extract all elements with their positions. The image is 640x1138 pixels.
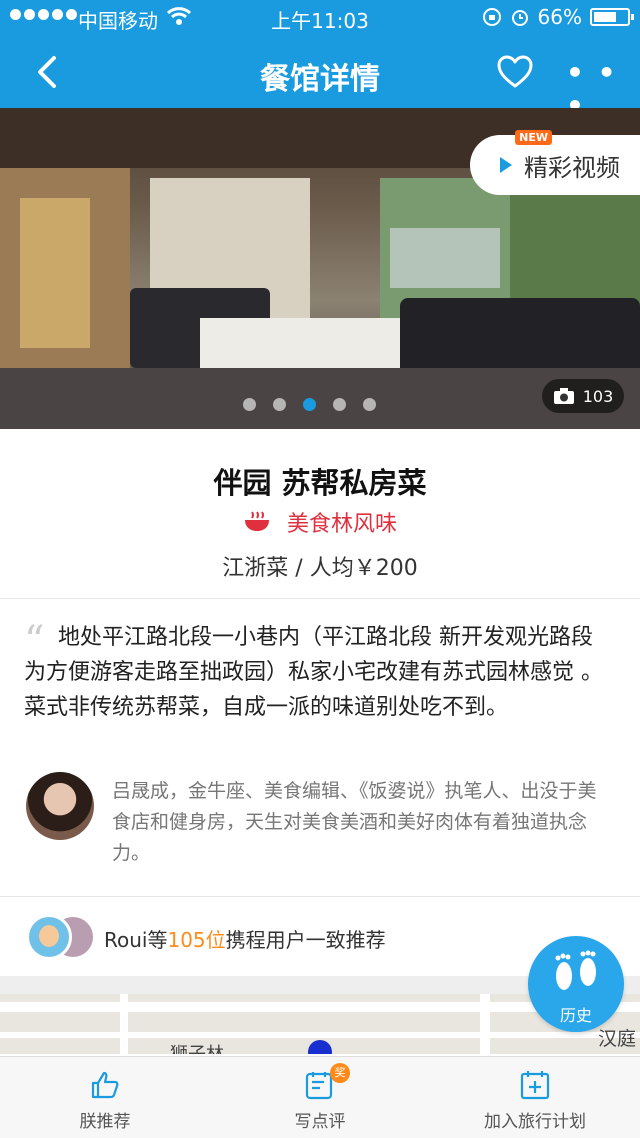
reward-badge: 奖 xyxy=(330,1063,350,1083)
restaurant-name: 伴园 苏帮私房菜 xyxy=(213,466,427,500)
history-label: 历史 xyxy=(559,1006,592,1025)
thumbs-up-icon xyxy=(91,1071,119,1099)
video-label: 精彩视频 xyxy=(524,153,620,182)
recommend-count: 105位 xyxy=(167,928,226,952)
history-button[interactable]: 历史 xyxy=(528,936,624,1032)
page-title: 餐馆详情 xyxy=(260,62,380,97)
tab-add-plan-label: 加入旅行计划 xyxy=(484,1112,586,1132)
location-pin xyxy=(308,1040,332,1054)
bowl-icon xyxy=(244,511,269,531)
map-label-lion-forest: 狮子林 xyxy=(170,1040,224,1054)
camera-icon xyxy=(553,388,574,404)
tab-write-review[interactable]: 写点评 xyxy=(255,1057,385,1138)
app-header: 中国移动 上午11:03 66% 餐馆详情 • • • xyxy=(0,0,640,122)
photo-pager xyxy=(243,398,376,411)
divider xyxy=(0,896,640,897)
new-badge: NEW xyxy=(515,130,552,145)
author-avatar[interactable] xyxy=(26,772,94,840)
nav-bar: 餐馆详情 • • • xyxy=(0,36,640,122)
pager-dot xyxy=(363,398,376,411)
tab-write-review-label: 写点评 xyxy=(294,1112,346,1132)
calendar-add-icon xyxy=(520,1071,550,1100)
divider xyxy=(0,598,640,599)
footprints-icon xyxy=(555,950,596,990)
battery-percent: 66% xyxy=(537,5,582,29)
pager-dot-active xyxy=(303,398,316,411)
author-bio: 吕晟成，金牛座、美食编辑、《饭婆说》执笔人、出没于美食店和健身房，天生对美食美酒… xyxy=(112,780,597,864)
photo-count-badge[interactable]: 103 xyxy=(542,379,624,413)
play-icon xyxy=(500,157,512,173)
video-button[interactable]: 精彩视频 xyxy=(470,135,640,195)
map-road xyxy=(0,1032,640,1038)
recommend-text: Roui等105位携程用户一致推荐 xyxy=(104,928,386,952)
map-label-hanting: 汉庭 xyxy=(598,1028,637,1050)
pager-dot xyxy=(273,398,286,411)
map-road xyxy=(120,994,128,1054)
tag-label: 美食林风味 xyxy=(286,512,397,537)
tab-recommend[interactable]: 朕推荐 xyxy=(40,1057,170,1138)
battery-icon xyxy=(590,8,634,26)
food-forest-tag[interactable]: 美食林风味 xyxy=(0,506,640,538)
cuisine-price: 江浙菜 / 人均￥200 xyxy=(222,556,418,581)
pager-dot xyxy=(243,398,256,411)
user-avatar xyxy=(26,914,72,960)
bottom-tabbar: 朕推荐 写点评 奖 加入旅行计划 xyxy=(0,1056,640,1138)
photo-count: 103 xyxy=(582,386,614,406)
rotation-lock-icon xyxy=(482,8,501,26)
pager-dot xyxy=(333,398,346,411)
tab-recommend-label: 朕推荐 xyxy=(79,1112,131,1132)
favorite-heart-icon[interactable] xyxy=(496,54,534,90)
hero-photo[interactable]: 精彩视频 NEW 103 xyxy=(0,108,640,429)
status-bar: 中国移动 上午11:03 66% xyxy=(0,0,640,36)
map-road xyxy=(480,994,490,1054)
tab-add-plan[interactable]: 加入旅行计划 xyxy=(470,1057,600,1138)
review-quote: 地处平江路北段一小巷内（平江路北段 新开发观光路段 为方便游客走路至拙政园）私家… xyxy=(24,625,603,720)
alarm-icon xyxy=(511,10,528,26)
